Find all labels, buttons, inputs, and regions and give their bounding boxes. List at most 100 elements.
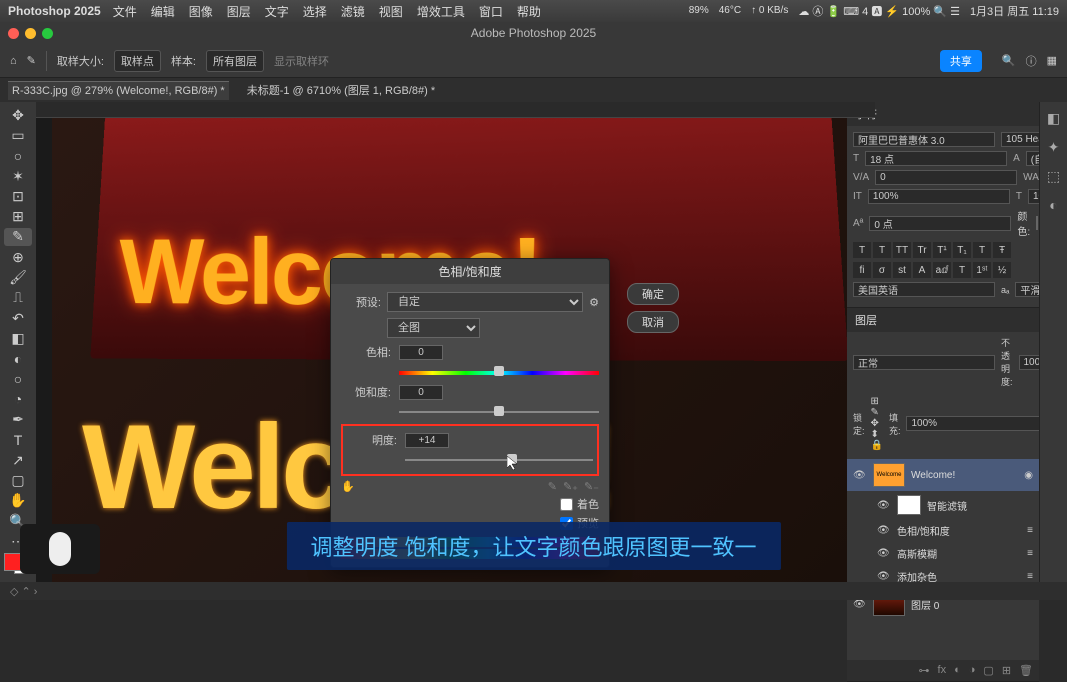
smallcaps-button[interactable]: Tr bbox=[913, 242, 931, 258]
menu-window[interactable]: 窗口 bbox=[479, 3, 503, 20]
fill-input[interactable] bbox=[906, 416, 1048, 431]
lock-icons[interactable]: ⊞ ✎ ✥ ⬍ 🔒 bbox=[871, 396, 883, 451]
italic-button[interactable]: T bbox=[873, 242, 891, 258]
type-tool[interactable]: T bbox=[4, 431, 32, 449]
eyedropper-1-icon[interactable]: ✎ bbox=[548, 480, 557, 493]
mask-icon[interactable]: ◐ bbox=[954, 664, 961, 677]
superscript-button[interactable]: T¹ bbox=[933, 242, 951, 258]
app-name[interactable]: Photoshop 2025 bbox=[8, 4, 101, 18]
a-button[interactable]: A bbox=[913, 262, 931, 278]
share-button[interactable]: 共享 bbox=[940, 50, 982, 72]
filter-settings-icon[interactable]: ≡ bbox=[1027, 571, 1033, 582]
minimize-button[interactable] bbox=[25, 28, 36, 39]
character-panel-header[interactable]: 字符 bbox=[847, 102, 1039, 126]
crop-tool[interactable]: ⊡ bbox=[4, 187, 32, 205]
eyedropper-sub-icon[interactable]: ✎₋ bbox=[584, 480, 599, 493]
status-icons[interactable]: ☁ Ⓐ 🔋 ⌨ 4 🅰 ⚡ 100% 🔍 ☰ bbox=[798, 3, 960, 19]
vscale-input[interactable] bbox=[868, 189, 1010, 204]
dodge-tool[interactable]: ◔ bbox=[4, 390, 32, 408]
frame-tool[interactable]: ⊞ bbox=[4, 207, 32, 225]
link-layers-icon[interactable]: ⊶ bbox=[919, 664, 930, 677]
panel-icon-2[interactable]: ✦ bbox=[1048, 139, 1060, 156]
maximize-button[interactable] bbox=[42, 28, 53, 39]
channel-dropdown[interactable]: 全图 bbox=[387, 318, 480, 338]
menu-edit[interactable]: 编辑 bbox=[151, 3, 175, 20]
hue-value[interactable] bbox=[399, 345, 443, 360]
baseline-input[interactable] bbox=[869, 216, 1011, 231]
visibility-icon[interactable]: 👁 bbox=[877, 500, 891, 511]
1st-button[interactable]: 1ˢᵗ bbox=[973, 262, 991, 278]
colorize-checkbox[interactable] bbox=[560, 498, 573, 511]
layers-panel-header[interactable]: 图层 bbox=[847, 308, 1039, 332]
t1-button[interactable]: T bbox=[953, 262, 971, 278]
fx-icon[interactable]: fx bbox=[938, 664, 947, 677]
eyedropper-tool[interactable]: ✎ bbox=[4, 228, 32, 246]
hue-slider[interactable] bbox=[399, 364, 599, 380]
preset-dropdown[interactable]: 自定 bbox=[387, 292, 583, 312]
marquee-tool[interactable]: ▭ bbox=[4, 126, 32, 144]
show-ring-checkbox[interactable]: 显示取样环 bbox=[274, 53, 329, 69]
new-layer-icon[interactable]: ⊞ bbox=[1002, 664, 1011, 677]
panel-icon-4[interactable]: ◐ bbox=[1049, 197, 1057, 213]
filter-settings-icon[interactable]: ≡ bbox=[1027, 525, 1033, 536]
filter-mask-thumb[interactable] bbox=[897, 495, 921, 515]
bold-button[interactable]: T bbox=[853, 242, 871, 258]
blur-tool[interactable]: ○ bbox=[4, 370, 32, 388]
half-button[interactable]: ½ bbox=[993, 262, 1011, 278]
visibility-icon[interactable]: 👁 bbox=[853, 599, 867, 610]
filter-gaussian-blur[interactable]: 👁 高斯模糊 ≡ bbox=[847, 542, 1039, 565]
delete-icon[interactable]: 🗑 bbox=[1019, 664, 1033, 677]
sample-dropdown[interactable]: 所有图层 bbox=[206, 50, 264, 72]
wand-tool[interactable]: ✶ bbox=[4, 167, 32, 185]
panel-icon-3[interactable]: ⬚ bbox=[1047, 168, 1060, 185]
filter-settings-icon[interactable]: ≡ bbox=[1027, 548, 1033, 559]
shape-tool[interactable]: ▢ bbox=[4, 471, 32, 489]
text-color-swatch[interactable] bbox=[1036, 216, 1038, 230]
ad-button[interactable]: aⅆ bbox=[933, 262, 951, 278]
menu-help[interactable]: 帮助 bbox=[517, 3, 541, 20]
cancel-button[interactable]: 取消 bbox=[627, 311, 679, 333]
tab-1[interactable]: R-333C.jpg @ 279% (Welcome!, RGB/8#) * bbox=[8, 81, 229, 100]
sigma-button[interactable]: σ bbox=[873, 262, 891, 278]
close-button[interactable] bbox=[8, 28, 19, 39]
sample-size-dropdown[interactable]: 取样点 bbox=[114, 50, 161, 72]
gradient-tool[interactable]: ◐ bbox=[4, 350, 32, 368]
filter-hue-saturation[interactable]: 👁 色相/饱和度 ≡ bbox=[847, 519, 1039, 542]
menu-plugins[interactable]: 增效工具 bbox=[417, 3, 465, 20]
caps-button[interactable]: TT bbox=[893, 242, 911, 258]
menu-filter[interactable]: 滤镜 bbox=[341, 3, 365, 20]
lasso-tool[interactable]: ○ bbox=[4, 147, 32, 165]
workspace-icon[interactable]: ▦ bbox=[1047, 54, 1057, 67]
brush-tool[interactable]: 🖌 bbox=[4, 268, 32, 286]
path-tool[interactable]: ↗ bbox=[4, 451, 32, 469]
menu-type[interactable]: 文字 bbox=[265, 3, 289, 20]
history-brush-tool[interactable]: ↶ bbox=[4, 309, 32, 327]
menu-select[interactable]: 选择 bbox=[303, 3, 327, 20]
eyedropper-add-icon[interactable]: ✎₊ bbox=[563, 480, 578, 493]
subscript-button[interactable]: T₁ bbox=[953, 242, 971, 258]
preset-menu-icon[interactable]: ⚙ bbox=[589, 296, 599, 309]
eraser-tool[interactable]: ◧ bbox=[4, 329, 32, 347]
layer-thumb[interactable]: Welcome bbox=[873, 463, 905, 487]
heal-tool[interactable]: ⊕ bbox=[4, 248, 32, 266]
ok-button[interactable]: 确定 bbox=[627, 283, 679, 305]
group-icon[interactable]: ▢ bbox=[983, 664, 993, 677]
pen-tool[interactable]: ✒ bbox=[4, 410, 32, 428]
smart-filters-row[interactable]: 👁 智能滤镜 bbox=[847, 491, 1039, 519]
strike-button[interactable]: Ŧ bbox=[993, 242, 1011, 258]
lightness-slider[interactable] bbox=[405, 452, 593, 468]
visibility-icon[interactable]: 👁 bbox=[877, 525, 891, 536]
fi-button[interactable]: fi bbox=[853, 262, 871, 278]
blend-mode-dropdown[interactable] bbox=[853, 355, 995, 370]
search-icon[interactable]: 🔍 bbox=[1002, 54, 1016, 67]
help-icon[interactable]: ⓘ bbox=[1026, 53, 1037, 69]
eyedropper-icon[interactable]: ✎ bbox=[27, 54, 36, 67]
menu-view[interactable]: 视图 bbox=[379, 3, 403, 20]
stamp-tool[interactable]: ⎍ bbox=[4, 289, 32, 307]
saturation-slider[interactable] bbox=[399, 404, 599, 420]
language-dropdown[interactable] bbox=[853, 282, 995, 297]
menu-image[interactable]: 图像 bbox=[189, 3, 213, 20]
lightness-value[interactable] bbox=[405, 433, 449, 448]
font-family-dropdown[interactable] bbox=[853, 132, 995, 147]
saturation-value[interactable] bbox=[399, 385, 443, 400]
